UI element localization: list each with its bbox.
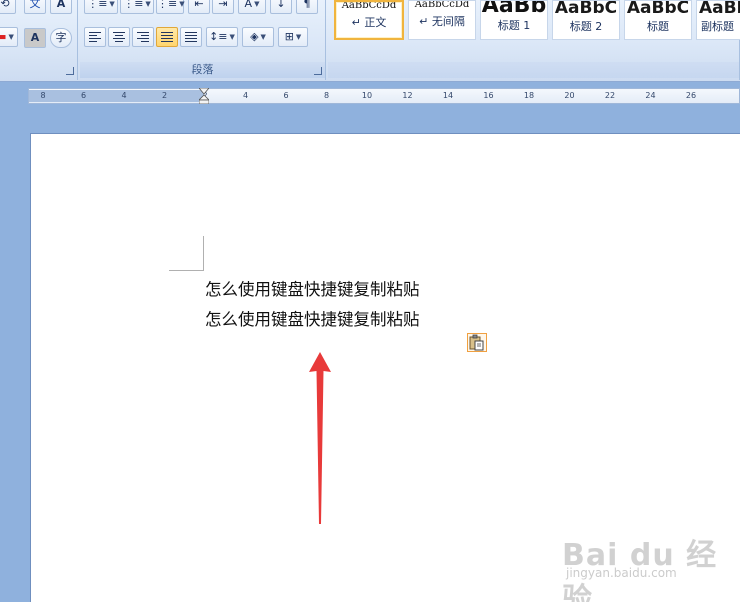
ruler-number: 2 <box>161 91 168 100</box>
ruler-left-margin <box>29 90 204 102</box>
align-right-icon <box>137 30 149 44</box>
numbering-icon: ⋮≡ <box>123 0 144 10</box>
font-group: ⟲ 文 A ▬ ▼ A 字 <box>0 0 78 80</box>
styles-group-label <box>328 62 739 78</box>
ruler-number: 8 <box>323 91 330 100</box>
ruler-number: 24 <box>645 91 656 100</box>
paragraph-group-label: 段落 <box>80 62 325 78</box>
indent-marker-icon[interactable] <box>199 88 209 104</box>
line-spacing-icon: ↕≡ <box>209 30 228 43</box>
style-subtitle[interactable]: AaBbC 副标题 <box>696 0 740 40</box>
styles-group: AaBbCcDd ↵ 正文 AaBbCcDd ↵ 无间隔 AaBb 标题 1 A… <box>328 0 740 80</box>
font-dialog-launcher-icon[interactable] <box>66 67 74 75</box>
ribbon: ⟲ 文 A ▬▼ A 字 ⋮≡▼ ⋮≡▼ ⋮≡▼ ⇤ ⇥ A▼ ↓ ¶ <box>0 0 740 82</box>
shading-button[interactable]: ◈ ▼ <box>242 27 274 47</box>
watermark-url: jingyan.baidu.com <box>566 566 677 580</box>
pilcrow-icon: ¶ <box>303 0 311 10</box>
style-title[interactable]: AaBbC 标题 <box>624 0 692 40</box>
clear-format-button[interactable]: ⟲ <box>0 0 16 14</box>
ruler-number: 14 <box>442 91 454 100</box>
text-direction-icon: A <box>244 0 253 10</box>
document-line-1[interactable]: 怎么使用键盘快捷键复制粘贴 <box>205 276 420 300</box>
paragraph-group: ⋮≡ ▼ ⋮≡ ▼ ⋮≡ ▼ ⇤ ⇥ A ▼ ↓ ¶ ↕≡ ▼ ◈ ▼ ⊞ ▼ 段落 <box>80 0 326 80</box>
numbering-button[interactable]: ⋮≡ ▼ <box>120 0 154 14</box>
style-no-spacing[interactable]: AaBbCcDd ↵ 无间隔 <box>408 0 476 40</box>
borders-button[interactable]: ⊞ ▼ <box>278 27 308 47</box>
ruler-number: 6 <box>283 91 289 100</box>
chevron-down-icon: ▼ <box>229 33 235 41</box>
baidu-watermark: Bai du 经验 jingyan.baidu.com <box>562 522 732 602</box>
chevron-down-icon: ▼ <box>145 0 151 8</box>
ruler-number: 10 <box>361 91 373 100</box>
chevron-down-icon: ▼ <box>254 0 260 8</box>
distributed-button[interactable] <box>180 27 202 47</box>
margin-corner-mark <box>169 236 204 271</box>
red-arrow-annotation <box>309 352 331 524</box>
ruler-number: 6 <box>80 91 87 100</box>
decrease-indent-icon: ⇤ <box>194 0 204 10</box>
ruler-number: 16 <box>483 91 494 100</box>
sort-icon: ↓ <box>276 0 286 10</box>
justify-icon <box>161 30 173 44</box>
align-left-button[interactable] <box>84 27 106 47</box>
font-color-icon: ▬ <box>0 30 7 43</box>
ruler-number: 4 <box>121 91 127 100</box>
chevron-down-icon: ▼ <box>260 33 266 41</box>
sort-button[interactable]: ↓ <box>270 0 292 14</box>
chevron-down-icon: ▼ <box>8 33 14 41</box>
multilevel-list-button[interactable]: ⋮≡ ▼ <box>156 0 185 14</box>
align-center-button[interactable] <box>108 27 130 47</box>
font-color-button[interactable]: ▬ ▼ <box>0 27 18 47</box>
chevron-down-icon: ▼ <box>179 0 185 8</box>
increase-indent-button[interactable]: ⇥ <box>212 0 234 14</box>
increase-indent-icon: ⇥ <box>218 0 228 10</box>
bullets-icon: ⋮≡ <box>87 0 108 10</box>
line-spacing-button[interactable]: ↕≡ ▼ <box>206 27 238 47</box>
ruler-number: 18 <box>523 91 535 100</box>
chevron-down-icon: ▼ <box>109 0 115 8</box>
ruler-number: 4 <box>242 91 249 100</box>
ruler-number: 12 <box>402 91 413 100</box>
style-heading-1[interactable]: AaBb 标题 1 <box>480 0 548 40</box>
align-left-icon <box>89 30 101 44</box>
show-marks-button[interactable]: ¶ <box>296 0 318 14</box>
char-border-button[interactable]: A <box>50 0 72 14</box>
ruler-number: 20 <box>564 91 575 100</box>
border-grid-icon: ⊞ <box>284 30 294 43</box>
char-shading-button[interactable]: A <box>24 28 46 48</box>
ruler-number: 26 <box>685 91 697 100</box>
document-line-2[interactable]: 怎么使用键盘快捷键复制粘贴 <box>205 306 420 330</box>
distributed-icon <box>185 30 197 44</box>
bullets-button[interactable]: ⋮≡ ▼ <box>84 0 118 14</box>
enclose-chars-button[interactable]: 字 <box>50 28 72 48</box>
style-heading-2[interactable]: AaBbC 标题 2 <box>552 0 620 40</box>
paragraph-dialog-launcher-icon[interactable] <box>314 67 322 75</box>
ruler-number: 22 <box>604 91 616 100</box>
phonetic-guide-button[interactable]: 文 <box>24 0 46 14</box>
paint-bucket-icon: ◈ <box>250 30 259 43</box>
ruler-number: 8 <box>40 91 46 100</box>
align-right-button[interactable] <box>132 27 154 47</box>
horizontal-ruler[interactable]: 86422468101214161820222426 <box>28 88 740 104</box>
decrease-indent-button[interactable]: ⇤ <box>188 0 210 14</box>
multilevel-list-icon: ⋮≡ <box>157 0 178 10</box>
text-direction-button[interactable]: A ▼ <box>238 0 266 14</box>
paste-options-button[interactable] <box>467 333 487 352</box>
style-normal[interactable]: AaBbCcDd ↵ 正文 <box>334 0 404 40</box>
chevron-down-icon: ▼ <box>295 33 302 41</box>
justify-button[interactable] <box>156 27 178 47</box>
align-center-icon <box>113 30 125 44</box>
clipboard-icon <box>469 334 484 351</box>
